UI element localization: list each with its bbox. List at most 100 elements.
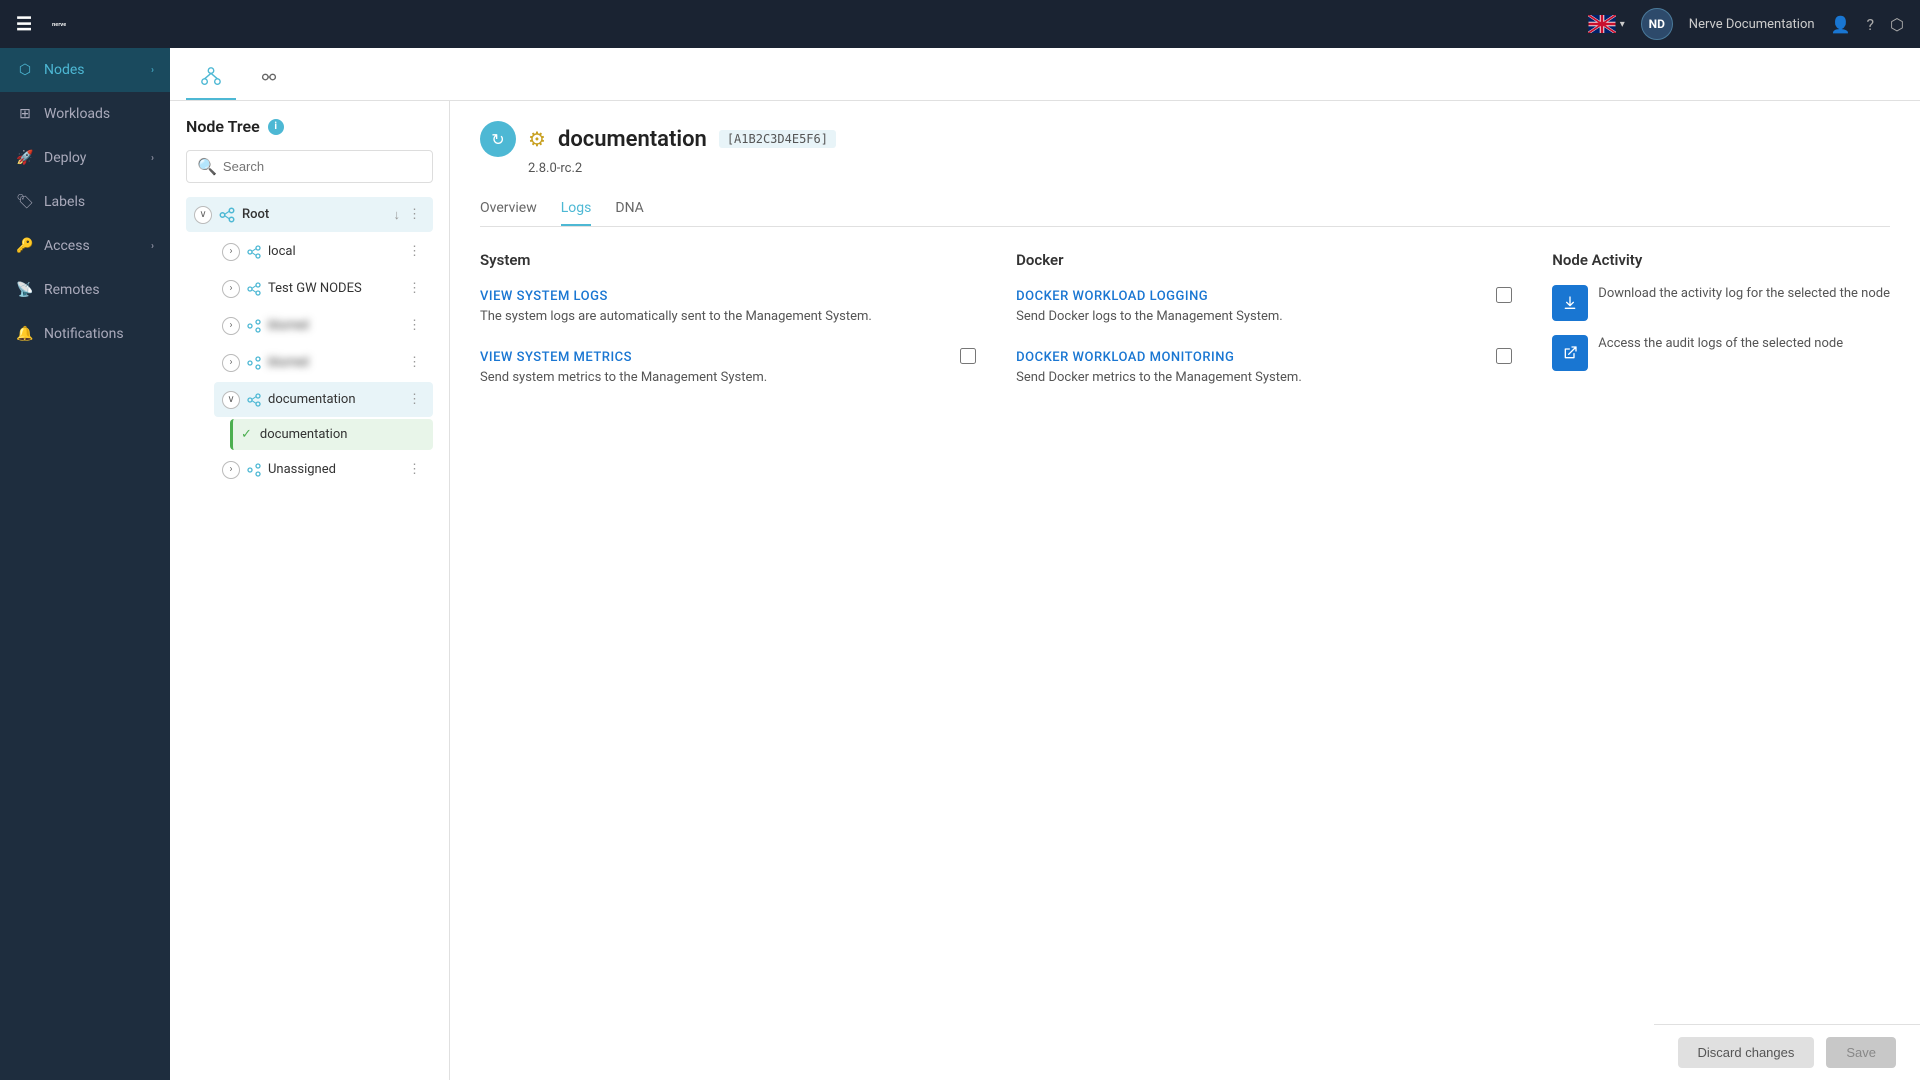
download-activity-desc: Download the activity log for the select… xyxy=(1598,285,1890,303)
docker-monitoring-content: DOCKER WORKLOAD MONITORING Send Docker m… xyxy=(1016,346,1496,387)
workloads-icon: ⊞ xyxy=(16,106,34,122)
external-link-icon xyxy=(1562,345,1578,361)
main-content: Node Tree i 🔍 ∨ xyxy=(170,48,1920,1080)
local-kebab-menu[interactable]: ⋮ xyxy=(404,242,425,261)
sidebar-item-remotes-label: Remotes xyxy=(44,282,100,298)
docker-workload-logging-item: DOCKER WORKLOAD LOGGING Send Docker logs… xyxy=(1016,285,1512,326)
hamburger-menu[interactable]: ☰ xyxy=(16,14,32,35)
user-avatar[interactable]: ND xyxy=(1641,8,1673,40)
tab-logs[interactable]: Logs xyxy=(561,192,592,226)
node-tree-header: Node Tree i xyxy=(186,117,433,136)
sidebar-item-notifications[interactable]: 🔔 Notifications xyxy=(0,312,170,356)
sidebar-item-workloads[interactable]: ⊞ Workloads xyxy=(0,92,170,136)
collapse-documentation-btn[interactable]: ∨ xyxy=(222,391,240,409)
navbar-brand: ☰ nerve xyxy=(16,14,1588,35)
expand-local-btn[interactable]: › xyxy=(222,243,240,261)
tree-item-blurred2[interactable]: › blurred ⋮ xyxy=(214,345,433,380)
sidebar-item-deploy[interactable]: 🚀 Deploy › xyxy=(0,136,170,180)
docker-logging-checkbox[interactable] xyxy=(1496,287,1512,303)
app-layout: ⬡ Nodes › ⊞ Workloads 🚀 Deploy › 🏷 Label… xyxy=(0,0,1920,1080)
blurred1-kebab-menu[interactable]: ⋮ xyxy=(404,316,425,335)
node-tree-title: Node Tree xyxy=(186,117,260,136)
logout-icon[interactable]: ⬡ xyxy=(1890,15,1904,34)
audit-activity-button[interactable] xyxy=(1552,335,1588,371)
node-version: 2.8.0-rc.2 xyxy=(528,161,1890,176)
top-tabs xyxy=(170,48,1920,101)
refresh-button[interactable]: ↻ xyxy=(480,121,516,157)
detail-header: ↻ ⚙ documentation [A1B2C3D4E5F6] xyxy=(480,121,1890,157)
collapse-root-btn[interactable]: ∨ xyxy=(194,206,212,224)
sidebar-item-access[interactable]: 🔑 Access › xyxy=(0,224,170,268)
uk-flag-icon xyxy=(1588,15,1616,33)
view-system-metrics-link[interactable]: VIEW SYSTEM METRICS xyxy=(480,350,632,365)
blurred2-node-icon xyxy=(246,355,262,371)
chevron-right-icon: › xyxy=(151,65,154,76)
system-metrics-checkbox[interactable] xyxy=(960,348,976,364)
docker-monitoring-checkbox[interactable] xyxy=(1496,348,1512,364)
blurred2-kebab-menu[interactable]: ⋮ xyxy=(404,353,425,372)
tree-item-documentation-child[interactable]: ✓ documentation xyxy=(230,419,433,450)
tree-icon xyxy=(200,66,222,88)
chevron-down-icon: ▾ xyxy=(1620,19,1625,30)
help-icon[interactable]: ? xyxy=(1866,15,1874,34)
expand-blurred2-btn[interactable]: › xyxy=(222,354,240,372)
svg-text:nerve: nerve xyxy=(52,22,66,28)
local-label: local xyxy=(268,244,404,259)
access-icon: 🔑 xyxy=(16,238,34,254)
detail-tabs: Overview Logs DNA xyxy=(480,192,1890,227)
search-input[interactable] xyxy=(223,159,422,174)
local-node-icon xyxy=(246,244,262,260)
tree-item-root[interactable]: ∨ Root ↓ ⋮ xyxy=(186,197,433,232)
docker-section-title: Docker xyxy=(1016,251,1512,269)
tab-overview[interactable]: Overview xyxy=(480,192,537,226)
system-section-title: System xyxy=(480,251,976,269)
tree-item-local[interactable]: › local ⋮ xyxy=(214,234,433,269)
node-tree-info-icon[interactable]: i xyxy=(268,119,284,135)
tree-item-documentation-parent[interactable]: ∨ documentation ⋮ xyxy=(214,382,433,417)
documentation-parent-node-icon xyxy=(246,392,262,408)
expand-blurred1-btn[interactable]: › xyxy=(222,317,240,335)
tab-dna[interactable]: DNA xyxy=(615,192,643,226)
labels-icon: 🏷 xyxy=(16,194,34,210)
view-system-logs-desc: The system logs are automatically sent t… xyxy=(480,308,976,326)
detail-panel: ↻ ⚙ documentation [A1B2C3D4E5F6] 2.8.0-r… xyxy=(450,101,1920,1080)
save-button[interactable]: Save xyxy=(1826,1037,1896,1068)
tab-node-link[interactable] xyxy=(244,56,294,100)
view-system-logs-link[interactable]: VIEW SYSTEM LOGS xyxy=(480,289,608,304)
deploy-icon: 🚀 xyxy=(16,150,34,166)
sidebar-item-deploy-label: Deploy xyxy=(44,150,86,166)
node-activity-title: Node Activity xyxy=(1552,251,1890,269)
expand-test-gw-btn[interactable]: › xyxy=(222,280,240,298)
tab-node-tree[interactable] xyxy=(186,56,236,100)
download-activity-button[interactable] xyxy=(1552,285,1588,321)
docker-workload-logging-link[interactable]: DOCKER WORKLOAD LOGGING xyxy=(1016,289,1208,304)
nerve-docs-link[interactable]: Nerve Documentation xyxy=(1689,17,1815,32)
root-label: Root xyxy=(242,207,394,222)
docker-workload-monitoring-link[interactable]: DOCKER WORKLOAD MONITORING xyxy=(1016,350,1234,365)
tree-item-test-gw[interactable]: › Test GW NODES ⋮ xyxy=(214,271,433,306)
sidebar-item-labels[interactable]: 🏷 Labels xyxy=(0,180,170,224)
unassigned-kebab-menu[interactable]: ⋮ xyxy=(404,460,425,479)
sidebar-item-nodes[interactable]: ⬡ Nodes › xyxy=(0,48,170,92)
documentation-parent-kebab-menu[interactable]: ⋮ xyxy=(404,390,425,409)
nodes-icon: ⬡ xyxy=(16,62,34,78)
view-system-logs-item: VIEW SYSTEM LOGS The system logs are aut… xyxy=(480,285,976,326)
root-kebab-menu[interactable]: ⋮ xyxy=(404,205,425,224)
language-selector[interactable]: ▾ xyxy=(1588,15,1625,33)
audit-activity-desc: Access the audit logs of the selected no… xyxy=(1598,335,1843,353)
tree-item-unassigned[interactable]: › Unassigned ⋮ xyxy=(214,452,433,487)
root-node-icon xyxy=(218,206,236,224)
download-activity-item: Download the activity log for the select… xyxy=(1552,285,1890,321)
search-icon: 🔍 xyxy=(197,157,217,176)
expand-unassigned-btn[interactable]: › xyxy=(222,461,240,479)
bottom-actions: Discard changes Save xyxy=(1654,1024,1920,1080)
node-status-icon: ⚙ xyxy=(528,127,546,151)
sidebar-item-remotes[interactable]: 📡 Remotes xyxy=(0,268,170,312)
logs-content: System VIEW SYSTEM LOGS The system logs … xyxy=(480,251,1890,407)
test-gw-kebab-menu[interactable]: ⋮ xyxy=(404,279,425,298)
tree-item-blurred1[interactable]: › blurred ⋮ xyxy=(214,308,433,343)
user-icon[interactable]: 👤 xyxy=(1831,15,1851,34)
sidebar-item-nodes-label: Nodes xyxy=(44,62,85,78)
docker-workload-monitoring-item: DOCKER WORKLOAD MONITORING Send Docker m… xyxy=(1016,346,1512,387)
discard-changes-button[interactable]: Discard changes xyxy=(1678,1037,1815,1068)
